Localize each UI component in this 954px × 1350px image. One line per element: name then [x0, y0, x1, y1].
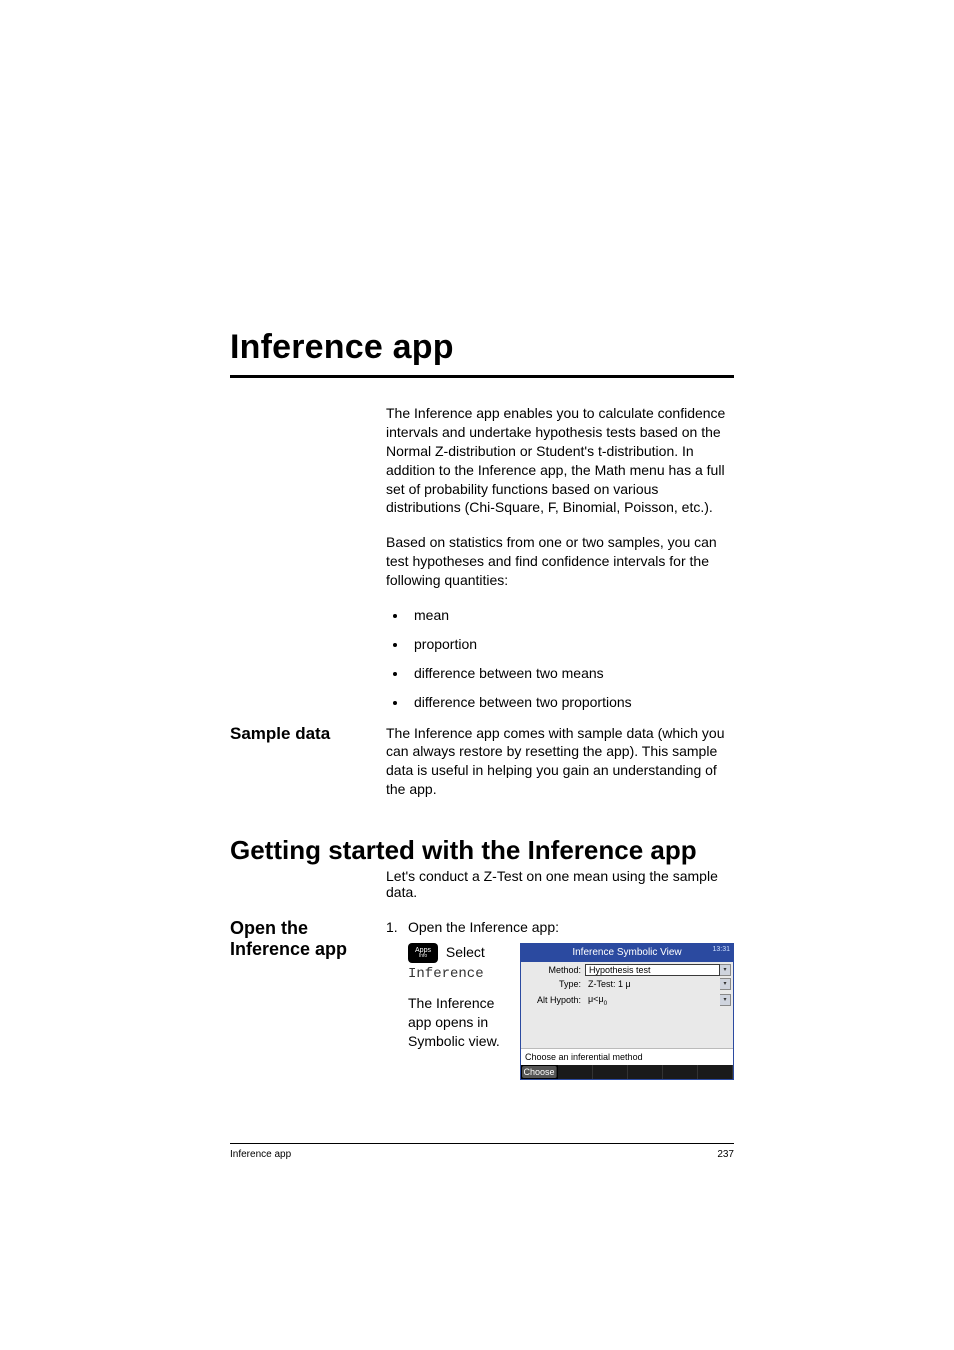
- step-row: Open the Inference app 1. Open the Infer…: [230, 918, 734, 1086]
- sample-data-body: The Inference app comes with sample data…: [386, 724, 734, 814]
- step-after-text: The Inference app opens in Symbolic view…: [408, 994, 502, 1051]
- list-item: difference between two proportions: [408, 693, 734, 712]
- sample-data-text: The Inference app comes with sample data…: [386, 724, 734, 800]
- quantity-list: mean proportion difference between two m…: [386, 606, 734, 712]
- calc-method-row: Method: Hypothesis test ▾: [523, 964, 731, 976]
- calc-method-value: Hypothesis test: [585, 964, 720, 976]
- softkey-blank[interactable]: [663, 1065, 698, 1079]
- calc-type-field[interactable]: Z-Test: 1 μ ▾: [585, 977, 731, 991]
- dropdown-icon[interactable]: ▾: [720, 994, 731, 1006]
- chapter-heading: Inference app: [230, 328, 734, 367]
- step-text-col: Apps Info Select Inference The Inference…: [408, 943, 502, 1051]
- calc-alt-row: Alt Hypoth: μ<μ0 ▾: [523, 992, 731, 1009]
- step-line-1: Open the Inference app:: [408, 918, 734, 937]
- list-item: mean: [408, 606, 734, 625]
- softkey-blank[interactable]: [628, 1065, 663, 1079]
- calc-body: Method: Hypothesis test ▾ Type:: [521, 962, 733, 1048]
- inference-code-word: Inference: [408, 965, 502, 984]
- calc-alt-label: Alt Hypoth:: [523, 994, 585, 1006]
- list-item: difference between two means: [408, 664, 734, 683]
- apps-key-bottom: Info: [419, 954, 427, 959]
- step-body: 1. Open the Inference app: Apps Info Sel…: [386, 918, 734, 1086]
- calc-clock: 13:31: [712, 945, 730, 954]
- intro-block: The Inference app enables you to calcula…: [386, 404, 734, 712]
- heading-rule: [230, 375, 734, 378]
- section-heading: Getting started with the Inference app: [230, 835, 734, 866]
- dropdown-icon[interactable]: ▾: [720, 978, 731, 990]
- select-word: Select: [446, 944, 485, 960]
- calc-method-field[interactable]: Hypothesis test ▾: [585, 964, 731, 976]
- softkey-blank[interactable]: [593, 1065, 628, 1079]
- calc-softkey-bar: Choose: [521, 1065, 733, 1079]
- select-line: Apps Info Select: [408, 943, 502, 963]
- calc-help-line: Choose an inferential method: [521, 1048, 733, 1065]
- intro-paragraph-2: Based on statistics from one or two samp…: [386, 533, 734, 590]
- calc-title-text: Inference Symbolic View: [572, 947, 681, 958]
- step-item: 1. Open the Inference app: Apps Info Sel…: [386, 918, 734, 1080]
- calc-method-label: Method:: [523, 964, 585, 976]
- apps-key-icon: Apps Info: [408, 943, 438, 963]
- calc-title-bar: Inference Symbolic View 13:31: [521, 944, 733, 962]
- list-item: proportion: [408, 635, 734, 654]
- step-number: 1.: [386, 918, 408, 937]
- calc-alt-value: μ<μ0: [585, 992, 720, 1009]
- footer-page-number: 237: [717, 1149, 734, 1160]
- section-subtitle: Let's conduct a Z-Test on one mean using…: [386, 868, 734, 900]
- sample-data-row: Sample data The Inference app comes with…: [230, 724, 734, 814]
- softkey-blank[interactable]: [698, 1065, 733, 1079]
- softkey-choose[interactable]: Choose: [522, 1066, 557, 1078]
- page-footer: Inference app 237: [230, 1143, 734, 1160]
- calc-type-value: Z-Test: 1 μ: [585, 977, 720, 991]
- page: Inference app The Inference app enables …: [0, 0, 954, 1350]
- calc-alt-field[interactable]: μ<μ0 ▾: [585, 992, 731, 1009]
- sample-data-heading: Sample data: [230, 724, 386, 744]
- softkey-blank[interactable]: [558, 1065, 593, 1079]
- step-side-heading: Open the Inference app: [230, 918, 386, 959]
- step-detail-wrap: Apps Info Select Inference The Inference…: [408, 943, 734, 1080]
- calc-type-row: Type: Z-Test: 1 μ ▾: [523, 977, 731, 991]
- calculator-screenshot: Inference Symbolic View 13:31 Method: Hy…: [520, 943, 734, 1080]
- footer-left: Inference app: [230, 1149, 291, 1160]
- calc-type-label: Type:: [523, 978, 585, 990]
- dropdown-icon[interactable]: ▾: [720, 964, 731, 976]
- step-main: Open the Inference app: Apps Info Select…: [408, 918, 734, 1080]
- intro-paragraph-1: The Inference app enables you to calcula…: [386, 404, 734, 517]
